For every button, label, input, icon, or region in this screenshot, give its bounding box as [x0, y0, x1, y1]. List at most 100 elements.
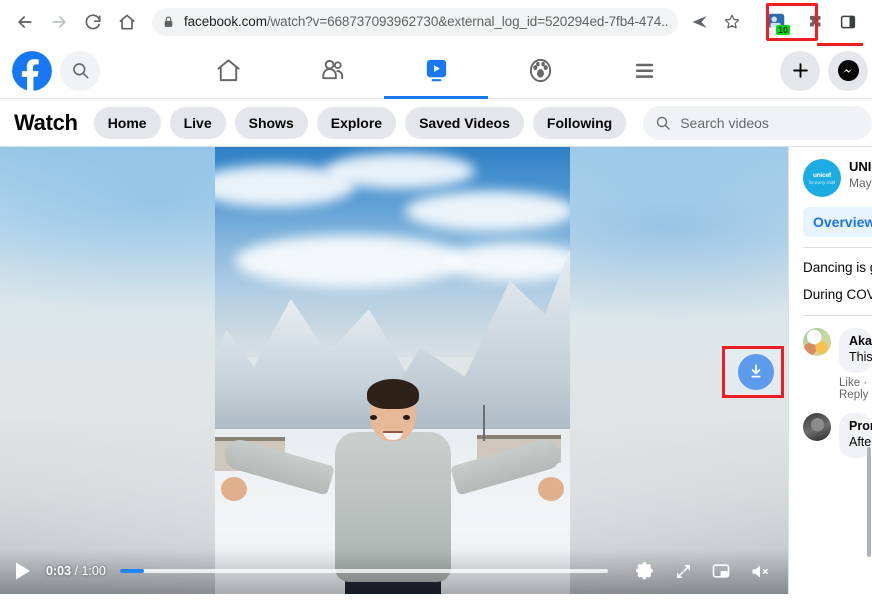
video-details-sidebar: unicef for every child UNICEF May 1 Over… — [788, 147, 872, 594]
hamburger-menu-icon — [635, 63, 653, 78]
home-button[interactable] — [112, 7, 142, 37]
browser-toolbar: facebook.com/watch?v=668737093962730&ext… — [0, 0, 872, 43]
divider — [803, 315, 872, 316]
friends-icon — [321, 59, 343, 80]
watch-pill-home[interactable]: Home — [93, 106, 161, 139]
volume-button[interactable] — [744, 556, 774, 586]
nav-tab-friends[interactable] — [280, 43, 384, 99]
expand-icon — [676, 564, 690, 578]
watch-pill-live[interactable]: Live — [169, 106, 226, 139]
reload-icon — [85, 13, 101, 29]
extensions-button[interactable] — [802, 8, 830, 36]
groups-icon — [529, 58, 551, 83]
facebook-search-button[interactable] — [60, 50, 100, 91]
commenter-avatar-1[interactable] — [803, 328, 831, 356]
avatar-line-2: for every child — [808, 179, 836, 185]
plus-icon — [792, 63, 808, 78]
address-bar[interactable]: facebook.com/watch?v=668737093962730&ext… — [152, 7, 678, 36]
video-progress-bar[interactable] — [119, 569, 608, 573]
picture-in-picture-icon — [712, 564, 730, 578]
settings-button[interactable] — [630, 556, 660, 586]
nav-tab-menu[interactable] — [592, 43, 696, 99]
comment-author-name[interactable]: Akash Kumar — [849, 334, 872, 348]
watch-pill-shows[interactable]: Shows — [234, 106, 308, 139]
messenger-icon — [837, 59, 859, 82]
current-time: 0:03 — [46, 564, 72, 578]
time-separator: / — [74, 564, 78, 578]
bookmark-button[interactable] — [718, 8, 746, 36]
comment-text: This made me smile today — [849, 350, 872, 364]
share-button[interactable] — [686, 8, 714, 36]
post-author[interactable]: unicef for every child UNICEF May 1 — [803, 159, 872, 197]
url-host: facebook.com — [184, 14, 267, 29]
video-player[interactable]: 0:03 / 1:00 — [0, 147, 788, 594]
watch-pill-following[interactable]: Following — [532, 106, 627, 139]
fullscreen-button[interactable] — [668, 556, 698, 586]
side-panel-button[interactable] — [834, 8, 862, 36]
boy-right-hand — [538, 477, 564, 501]
watch-pill-explore[interactable]: Explore — [316, 106, 397, 139]
home-icon — [216, 59, 240, 82]
navbar-center-tabs — [0, 43, 872, 99]
comment-item: Promila Devi After watching this, when I… — [803, 413, 872, 458]
main-content: 0:03 / 1:00 unicef for every child UNI M… — [0, 147, 872, 594]
watch-pill-saved-videos[interactable]: Saved Videos — [405, 106, 524, 139]
facebook-navbar — [0, 43, 872, 99]
video-downloader-extension-button[interactable]: 10 — [762, 8, 790, 36]
play-button[interactable] — [14, 561, 32, 581]
facebook-logo-icon[interactable] — [12, 50, 52, 91]
scene-cloud — [325, 153, 475, 189]
video-controls-bar: 0:03 / 1:00 — [0, 548, 788, 594]
video-time-label: 0:03 / 1:00 — [46, 564, 106, 578]
nav-tab-groups[interactable] — [488, 43, 592, 99]
video-duration: 1:00 — [81, 564, 106, 578]
create-button[interactable] — [780, 50, 820, 91]
unicef-logo-avatar: unicef for every child — [803, 159, 841, 197]
play-icon — [16, 562, 30, 580]
nav-tab-home[interactable] — [176, 43, 280, 99]
side-panel-icon — [840, 15, 856, 28]
nav-tab-watch[interactable] — [384, 43, 488, 99]
avatar-line-1: unicef — [813, 171, 831, 179]
back-button[interactable] — [10, 7, 40, 37]
reload-button[interactable] — [78, 7, 108, 37]
video-frame — [215, 147, 570, 594]
search-videos-placeholder: Search videos — [680, 114, 769, 131]
arrow-left-icon — [18, 15, 32, 28]
search-icon — [72, 63, 88, 79]
comment-text: After watching this, when I see the situ… — [849, 435, 872, 449]
boy-left-hand — [221, 477, 247, 501]
boy-hair — [366, 379, 419, 409]
messenger-button[interactable] — [828, 50, 868, 91]
tab-overview[interactable]: Overview — [803, 207, 872, 237]
scene-cloud — [235, 235, 465, 287]
forward-button[interactable] — [44, 7, 74, 37]
home-icon — [119, 14, 135, 29]
url-path: /watch?v=668737093962730&external_log_id… — [266, 14, 668, 29]
picture-in-picture-button[interactable] — [706, 556, 736, 586]
watch-video-icon — [426, 59, 446, 82]
watch-header: Watch Home Live Shows Explore Saved Vide… — [0, 99, 872, 147]
extension-badge-count: 10 — [775, 24, 790, 35]
boy-eye — [370, 415, 377, 420]
search-videos-input[interactable]: Search videos — [643, 105, 872, 140]
post-paragraph: Dancing is good for you. — [803, 260, 872, 275]
tab-overview-label: Overview — [813, 214, 872, 230]
post-description: Dancing is good for you. During COVID-19… — [803, 258, 872, 305]
arrow-right-icon — [52, 15, 66, 28]
download-video-button[interactable] — [738, 354, 774, 390]
video-progress-fill — [119, 569, 145, 573]
lock-icon — [162, 15, 175, 29]
post-paragraph: During COVID-19, keep moving, stay healt… — [803, 287, 872, 302]
commenter-avatar-2[interactable] — [803, 413, 831, 441]
page-scrollbar[interactable] — [866, 147, 872, 594]
search-icon — [657, 116, 670, 130]
comment-author-name[interactable]: Promila Devi — [849, 419, 872, 433]
gear-icon — [635, 561, 653, 579]
scrollbar-thumb[interactable] — [867, 447, 871, 557]
share-icon — [692, 15, 707, 28]
navbar-highlight-mark — [817, 43, 863, 46]
video-scene — [215, 147, 570, 594]
navbar-left — [0, 50, 100, 91]
volume-muted-icon — [752, 564, 768, 578]
